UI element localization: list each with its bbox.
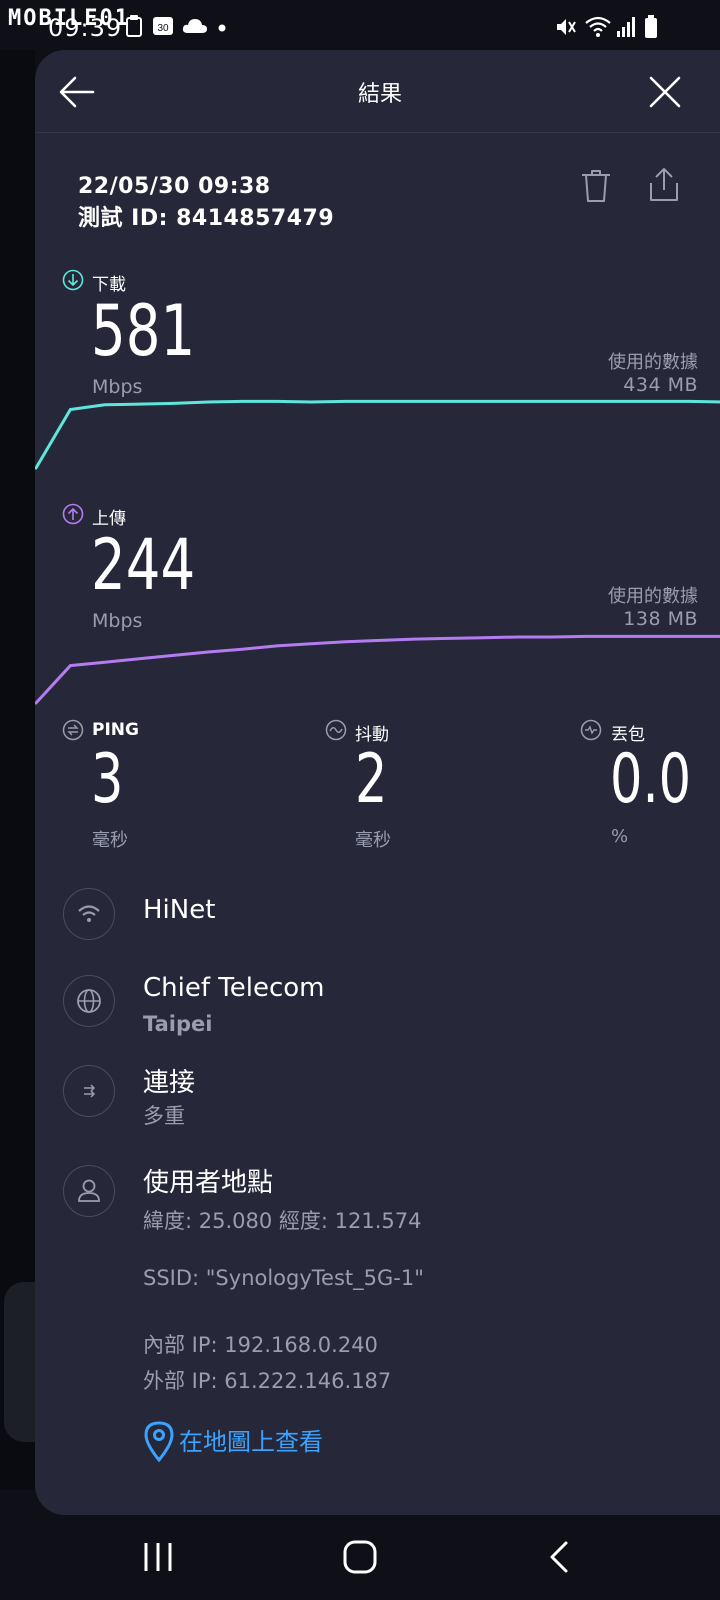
ping-label: PING — [92, 720, 139, 740]
upload-arrow-icon — [62, 503, 84, 525]
server-icon-circle — [63, 975, 115, 1027]
connection-value: 多重 — [143, 1104, 185, 1128]
results-panel: 結果 22/05/30 09:38 測試 ID: 8414857479 下載 5… — [35, 50, 720, 1515]
packet-loss-unit: % — [611, 826, 629, 847]
packet-loss-value: 0.0 — [610, 740, 692, 819]
background-app-strip — [0, 50, 44, 1490]
user-icon-circle — [63, 1165, 115, 1217]
wifi-icon — [78, 905, 100, 922]
status-bar: 09:39 MOBILE01 30 — [0, 0, 720, 50]
download-arrow-icon — [62, 269, 84, 291]
internal-ip-text: 內部 IP: 192.168.0.240 — [143, 1333, 378, 1357]
back-nav-icon[interactable] — [540, 1537, 580, 1577]
notification-dot-icon — [218, 24, 226, 32]
upload-graph-line — [35, 634, 720, 705]
battery-icon — [645, 15, 657, 38]
user-icon — [78, 1179, 100, 1202]
multi-connection-icon — [84, 1084, 96, 1098]
page-title: 結果 — [357, 82, 402, 107]
ssid-text: SSID: "SynologyTest_5G-1" — [143, 1266, 424, 1290]
share-icon[interactable] — [647, 166, 681, 204]
download-graph-line — [35, 399, 720, 470]
upload-data-used-label: 使用的數據 — [608, 586, 698, 607]
recent-apps-icon[interactable] — [138, 1537, 178, 1577]
top-bar: 結果 — [35, 50, 720, 133]
isp-name: HiNet — [143, 895, 216, 925]
upload-speed-value: 244 — [91, 524, 196, 606]
globe-icon — [77, 989, 101, 1013]
ping-value: 3 — [91, 740, 124, 819]
download-speed-value: 581 — [91, 290, 196, 372]
server-location: Taipei — [143, 1012, 213, 1036]
packet-loss-icon — [580, 719, 602, 741]
upload-speed-graph — [35, 634, 720, 705]
close-icon[interactable] — [645, 72, 685, 112]
server-name: Chief Telecom — [143, 973, 325, 1003]
test-id-row: 測試 ID: 8414857479 — [78, 200, 334, 232]
test-id-label: 測試 ID: — [78, 206, 168, 231]
watermark-logo: MOBILE01 — [8, 6, 130, 31]
external-ip-text: 外部 IP: 61.222.146.187 — [143, 1369, 392, 1393]
user-coordinates: 緯度: 25.080 經度: 121.574 — [143, 1209, 422, 1233]
cloud-icon — [182, 19, 207, 33]
user-location-title: 使用者地點 — [143, 1168, 274, 1198]
ping-unit: 毫秒 — [92, 830, 128, 851]
wifi-icon — [585, 16, 611, 37]
view-on-map-link[interactable]: 在地圖上查看 — [179, 1422, 323, 1457]
calendar-day: 30 — [157, 23, 169, 34]
isp-icon-circle — [63, 888, 115, 940]
jitter-unit: 毫秒 — [355, 830, 391, 851]
download-speed-graph — [35, 399, 720, 470]
home-icon[interactable] — [340, 1537, 380, 1577]
mute-icon — [557, 19, 576, 35]
connection-title: 連接 — [143, 1068, 196, 1098]
map-pin-icon[interactable] — [143, 1420, 175, 1462]
jitter-icon — [325, 719, 347, 741]
connection-icon-circle — [63, 1065, 115, 1117]
trash-icon[interactable] — [580, 168, 612, 204]
jitter-value: 2 — [355, 740, 388, 819]
test-id-value: 8414857479 — [176, 206, 335, 231]
navigation-bar — [0, 1515, 720, 1600]
ping-icon — [62, 719, 84, 741]
test-date: 22/05/30 09:38 — [78, 174, 271, 199]
download-data-used-label: 使用的數據 — [608, 352, 698, 373]
calendar-icon: 30 — [153, 17, 173, 35]
signal-icon — [617, 17, 635, 37]
clipboard-icon — [126, 15, 142, 37]
